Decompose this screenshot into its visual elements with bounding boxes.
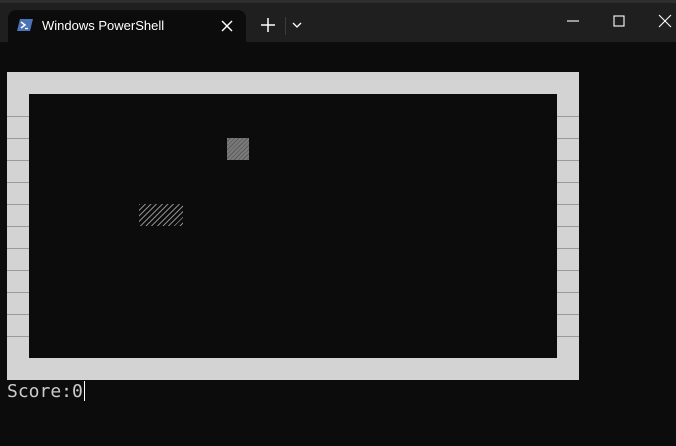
food-block <box>227 138 249 160</box>
powershell-icon <box>17 19 33 31</box>
score-line: Score:0 <box>7 381 85 403</box>
title-bar[interactable]: Windows PowerShell <box>0 0 676 42</box>
left-wall-lines <box>7 116 29 337</box>
plus-icon[interactable] <box>259 16 277 34</box>
game-board <box>29 94 557 358</box>
close-icon[interactable] <box>220 19 234 33</box>
tab-windows-powershell[interactable]: Windows PowerShell <box>8 10 246 42</box>
score-value: 0 <box>72 381 83 402</box>
tab-separator <box>285 17 286 35</box>
maximize-icon[interactable] <box>610 12 628 30</box>
terminal-window: Windows PowerShell Score:0 <box>0 0 676 446</box>
snake-body <box>139 204 183 226</box>
close-icon[interactable] <box>656 12 674 30</box>
minimize-icon[interactable] <box>564 12 582 30</box>
right-wall-lines <box>557 116 579 337</box>
title-bar-top-strip <box>0 0 676 3</box>
score-label: Score: <box>7 381 73 402</box>
chevron-down-icon[interactable] <box>290 18 304 32</box>
text-cursor <box>83 381 85 401</box>
tab-title: Windows PowerShell <box>42 18 165 33</box>
